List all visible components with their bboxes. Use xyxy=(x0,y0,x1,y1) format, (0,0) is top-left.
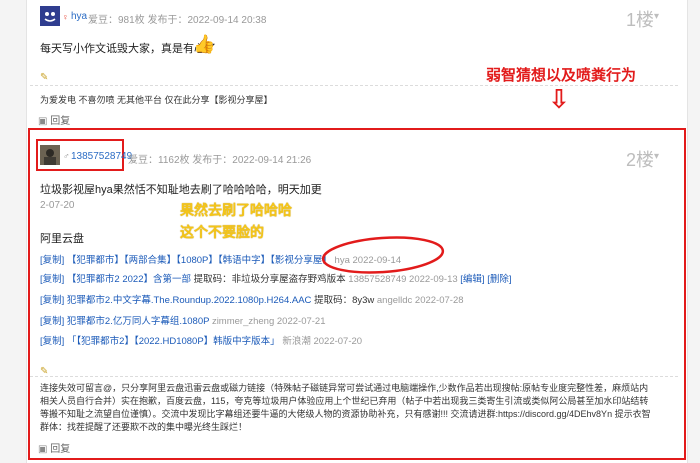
resource-user[interactable]: 新浪潮 xyxy=(282,336,311,347)
copy-button[interactable]: [复制] xyxy=(40,295,64,306)
resource-date: 2022-07-20 xyxy=(313,336,363,347)
resource-user[interactable]: angelldc xyxy=(377,295,412,306)
avatar[interactable] xyxy=(40,6,60,26)
post2-date: 2-07-20 xyxy=(40,200,75,211)
resource-link[interactable]: 【犯罪都市】【两部合集】【1080P】【韩语中字】【影视分享屋】 xyxy=(67,255,332,266)
edit-delete-links[interactable]: [编辑] [删除] xyxy=(460,274,511,285)
signature-divider xyxy=(30,85,678,86)
yellow-annotation-1: 果然去刷了哈哈哈 xyxy=(180,202,292,218)
thumbs-up-icon: 👍 xyxy=(193,34,216,54)
post1-signature: 为爱发电 不喜勿喷 无其他平台 仅在此分享【影视分享屋】 xyxy=(40,95,273,105)
resource-date: 2022-07-21 xyxy=(276,316,326,327)
yellow-annotation-2: 这个不要脸的 xyxy=(180,224,264,240)
resource-link[interactable]: 【犯罪都市2 2022】含第一部 xyxy=(67,274,191,285)
arrow-down-icon: ⇩ xyxy=(548,84,570,114)
highlight-ellipse xyxy=(321,236,445,274)
resource-date: 2022-07-28 xyxy=(414,295,464,306)
resource-link[interactable]: 「【犯罪都市2】【2022.HD1080P】韩版中字版本」 xyxy=(67,336,280,347)
resource-link[interactable]: 犯罪都市2.中文字幕.The.Roundup.2022.1080p.H264.A… xyxy=(67,295,312,306)
copy-button[interactable]: [复制] xyxy=(40,255,64,266)
aliyun-label: 阿里云盘 xyxy=(40,233,84,245)
copy-button[interactable]: [复制] xyxy=(40,274,64,285)
user-badge-icon: ♂ xyxy=(63,151,70,161)
post2-reply-button[interactable]: ▣ 回复 xyxy=(38,440,70,455)
reply-icon: ▣ xyxy=(38,444,48,455)
resource-note: 提取码：8y3w xyxy=(314,295,375,306)
post2-content: 垃圾影视屋hya果然恬不知耻地去刷了哈哈哈哈，明天加更 xyxy=(40,184,322,196)
avatar[interactable] xyxy=(40,145,60,165)
post2-meta: 爱豆：1162枚 发布于：2022-09-14 21:26 xyxy=(128,155,312,166)
user-badge-icon: ♀ xyxy=(62,12,69,22)
reply-icon: ▣ xyxy=(38,116,48,127)
post2-floor: 2楼▾ xyxy=(626,150,660,170)
signature-divider xyxy=(30,376,678,377)
resource-row: [复制] 「【犯罪都市2】【2022.HD1080P】韩版中字版本」 新浪潮 2… xyxy=(40,333,362,347)
pencil-icon: ✎ xyxy=(40,72,49,83)
post1-meta: 爱豆：981枚 发布于：2022-09-14 20:38 xyxy=(88,15,267,26)
resource-link[interactable]: 犯罪都市2.亿万同人字幕组.1080P xyxy=(67,316,209,327)
copy-button[interactable]: [复制] xyxy=(40,316,64,327)
post1-content: 每天写小作文诋毁大家，真是有心了 xyxy=(40,43,216,55)
copy-button[interactable]: [复制] xyxy=(40,336,64,347)
post1-reply-button[interactable]: ▣ 回复 xyxy=(38,112,70,127)
post2-signature: 连接失效可留言@，只分享阿里云盘迅雷云盘或磁力链接（特殊帖子磁链异常可尝试通过电… xyxy=(40,383,651,432)
post1-floor: 1楼▾ xyxy=(626,10,660,30)
resource-user[interactable]: zimmer_zheng xyxy=(212,316,274,327)
resource-row: [复制] 犯罪都市2.亿万同人字幕组.1080P zimmer_zheng 20… xyxy=(40,313,326,327)
resource-row: [复制] 犯罪都市2.中文字幕.The.Roundup.2022.1080p.H… xyxy=(40,292,464,306)
post1-username[interactable]: hya xyxy=(71,11,87,22)
post2-username[interactable]: 13857528749 xyxy=(71,151,132,162)
annotation-top: 弱智猜想以及喷粪行为 xyxy=(486,67,637,84)
